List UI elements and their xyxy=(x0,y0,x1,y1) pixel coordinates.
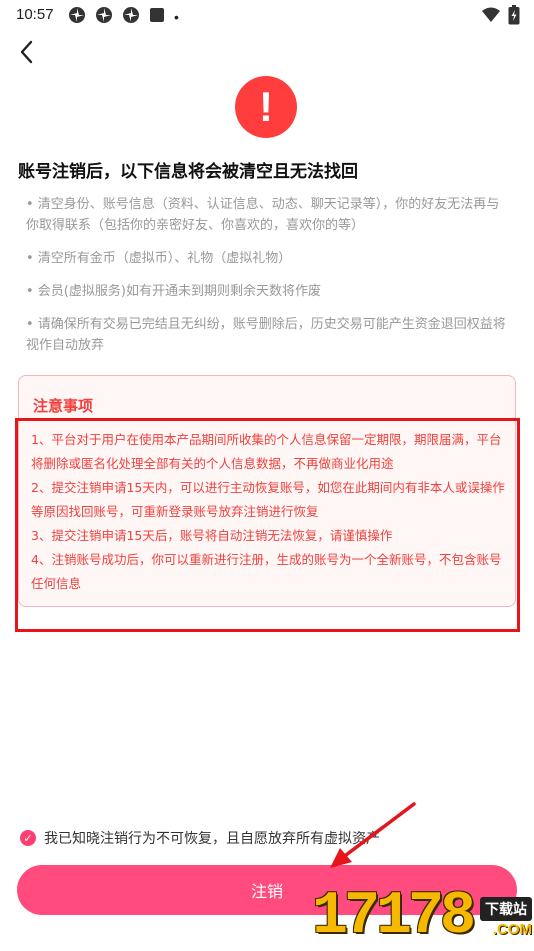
watermark-domain: .COM xyxy=(492,921,532,938)
info-item: • 会员(虚拟服务)如有开通未到期则剩余天数将作废 xyxy=(26,284,321,299)
warning-glyph: ! xyxy=(259,83,273,130)
page-heading: 账号注销后，以下信息将会被清空且无法找回 xyxy=(18,162,358,182)
check-icon[interactable]: ✓ xyxy=(20,830,36,846)
dot-icon: • xyxy=(174,9,179,25)
watermark-tag: 下载站 xyxy=(480,897,532,921)
notice-item: 2、提交注销申请15天内，可以进行主动恢复账号，如您在此期间内有非本人或误操作等… xyxy=(31,480,505,519)
notice-item: 1、平台对于用户在使用本产品期间所收集的个人信息保留一定期限，期限届满，平台将删… xyxy=(31,432,502,471)
info-item: • 清空身份、账号信息（资料、认证信息、动态、聊天记录等），你的好友无法再与你取… xyxy=(26,197,500,233)
notification-icons: • xyxy=(68,6,179,28)
pinwheel-icon xyxy=(122,6,140,28)
agreement-checkbox-row[interactable]: ✓ 我已知晓注销行为不可恢复，且自愿放弃所有虚拟资产 xyxy=(20,828,380,848)
site-watermark: 17178 下载站 .COM xyxy=(312,885,534,950)
watermark-digits: 17178 xyxy=(312,883,476,951)
square-icon xyxy=(149,7,165,27)
notice-item: 3、提交注销申请15天后，账号将自动注销无法恢复，请谨慎操作 xyxy=(31,528,393,543)
info-item: • 清空所有金币（虚拟币）、礼物（虚拟礼物） xyxy=(26,251,292,266)
status-right xyxy=(482,5,520,29)
notice-box: 注意事项 1、平台对于用户在使用本产品期间所收集的个人信息保留一定期限，期限届满… xyxy=(18,375,516,607)
notice-list: 1、平台对于用户在使用本产品期间所收集的个人信息保留一定期限，期限届满，平台将删… xyxy=(31,428,507,596)
agreement-text: 我已知晓注销行为不可恢复，且自愿放弃所有虚拟资产 xyxy=(44,831,380,847)
notice-item: 4、注销账号成功后，你可以重新进行注册，生成的账号为一个全新账号，不包含账号任何… xyxy=(31,552,502,591)
deactivate-button-label: 注销 xyxy=(250,882,283,901)
warning-icon: ! xyxy=(235,76,297,138)
info-item: • 请确保所有交易已完结且无纠纷，账号删除后，历史交易可能产生资金退回权益将视作… xyxy=(26,317,506,353)
chevron-left-icon xyxy=(20,40,33,64)
battery-icon xyxy=(508,5,520,29)
info-list: • 清空身份、账号信息（资料、认证信息、动态、聊天记录等），你的好友无法再与你取… xyxy=(26,194,512,368)
status-bar: 10:57 • xyxy=(0,0,534,30)
status-time: 10:57 xyxy=(16,6,54,23)
pinwheel-icon xyxy=(95,6,113,28)
wifi-icon xyxy=(482,7,500,27)
notice-title: 注意事项 xyxy=(33,397,94,415)
back-button[interactable] xyxy=(14,38,42,66)
pinwheel-icon xyxy=(68,6,86,28)
